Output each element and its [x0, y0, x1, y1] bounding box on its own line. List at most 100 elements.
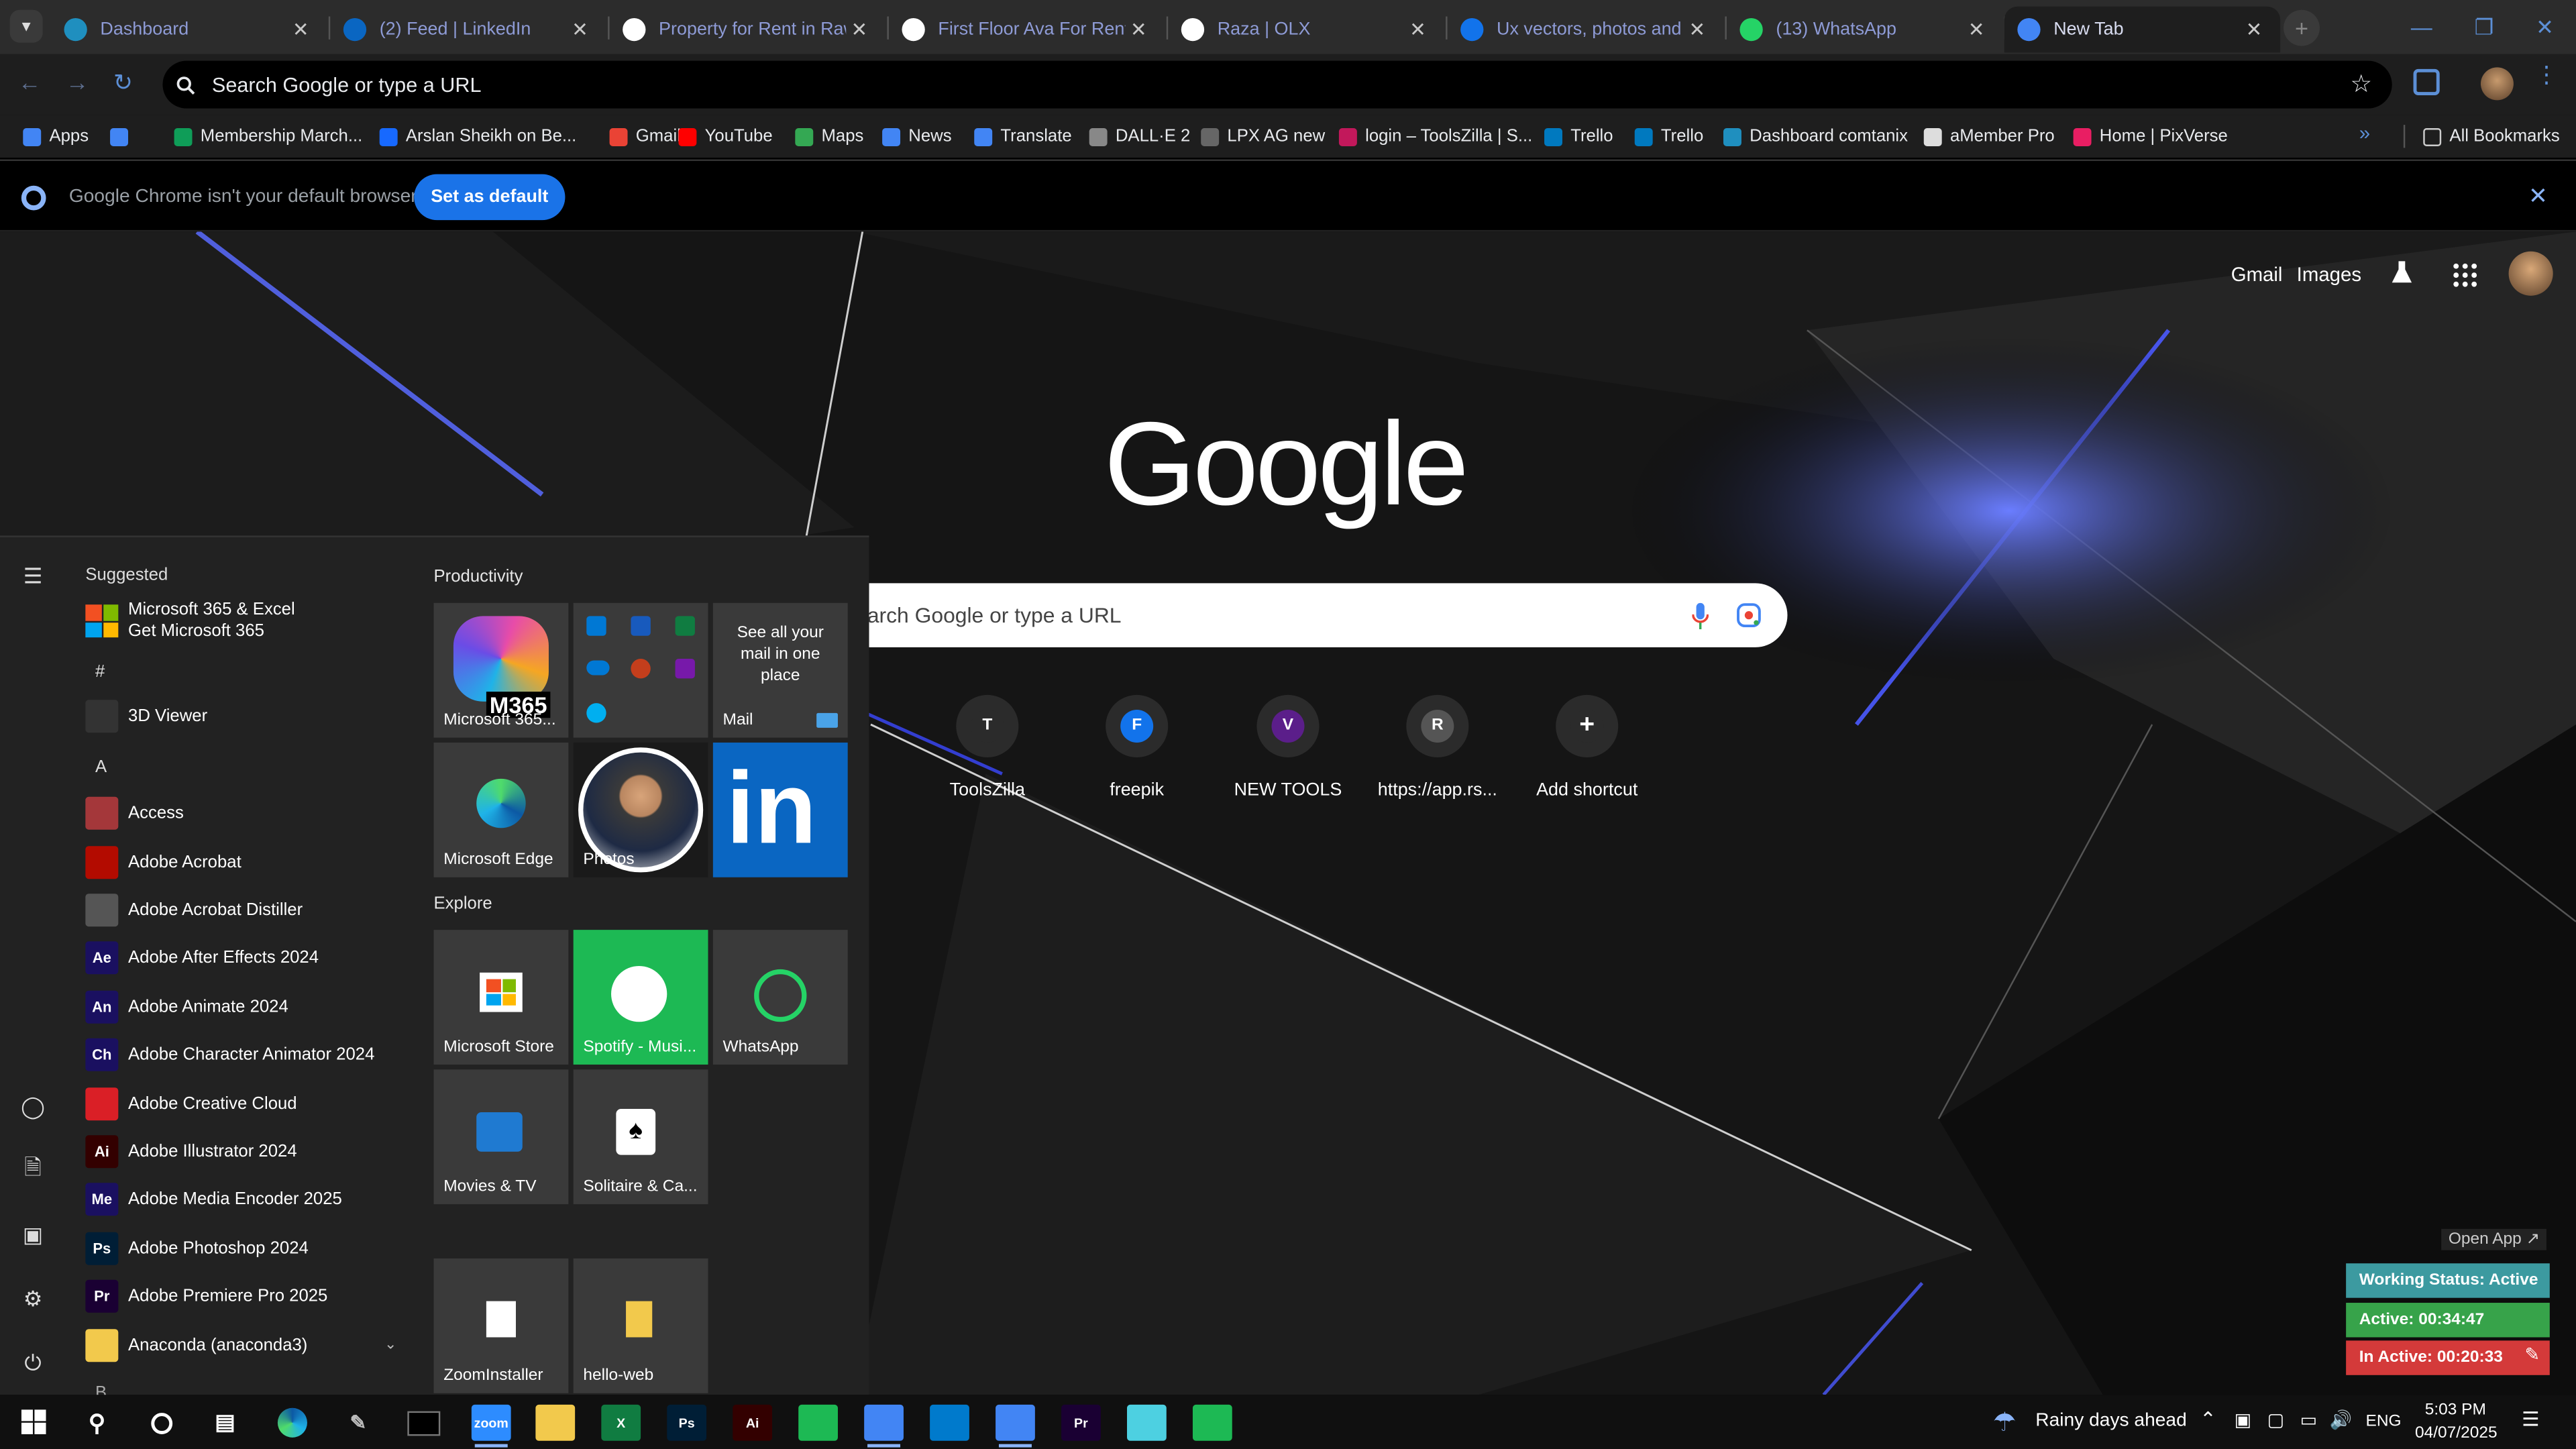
- reload-button[interactable]: ↻: [113, 69, 133, 97]
- start-app-item[interactable]: Access: [85, 792, 184, 835]
- tile-edge[interactable]: Microsoft Edge: [433, 742, 569, 877]
- taskbar-zoom-icon[interactable]: zoom: [471, 1404, 511, 1441]
- bookmark-item[interactable]: YouTube: [678, 121, 773, 151]
- restore-button[interactable]: ❐: [2455, 0, 2514, 54]
- expand-chevron-down-icon[interactable]: ⌄: [384, 1336, 396, 1354]
- bookmark-item[interactable]: LPX AG new: [1201, 121, 1325, 151]
- extensions-icon[interactable]: [2413, 68, 2440, 96]
- bookmark-item[interactable]: [110, 121, 136, 151]
- tab-close-icon[interactable]: ✕: [1964, 18, 1990, 41]
- hamburger-menu-icon[interactable]: ☰: [16, 560, 49, 593]
- tab-5[interactable]: Raza | OLX ✕: [1168, 7, 1444, 53]
- tray-network-icon[interactable]: ▭: [2300, 1409, 2317, 1431]
- tile-movies[interactable]: Movies & TV: [433, 1069, 569, 1205]
- tab-7[interactable]: (13) WhatsApp ✕: [1727, 7, 2002, 53]
- new-tab-button[interactable]: +: [2284, 9, 2320, 46]
- start-app-item[interactable]: Me Adobe Media Encoder 2025: [85, 1178, 342, 1221]
- shortcut-tile[interactable]: T ToolsZilla: [917, 694, 1059, 800]
- tile-whatsapp[interactable]: WhatsApp: [712, 930, 848, 1065]
- tile-solitaire[interactable]: ♠ Solitaire & Ca...: [573, 1069, 708, 1205]
- ntp-search-box[interactable]: Search Google or type a URL: [785, 583, 1788, 647]
- all-bookmarks-button[interactable]: All Bookmarks: [2423, 121, 2560, 151]
- taskbar-app-diamond-icon[interactable]: [1127, 1404, 1167, 1441]
- bookmark-star-icon[interactable]: ☆: [2350, 69, 2372, 99]
- tray-device-icon[interactable]: ▣: [2235, 1409, 2251, 1431]
- start-app-item[interactable]: Adobe Acrobat: [85, 841, 241, 884]
- start-app-item[interactable]: Anaconda (anaconda3): [85, 1324, 307, 1367]
- taskbar-search-icon[interactable]: ⚲: [77, 1405, 117, 1441]
- taskbar-app-green-2-icon[interactable]: [1192, 1404, 1232, 1441]
- voice-search-icon[interactable]: [1692, 602, 1709, 629]
- tab-close-icon[interactable]: ✕: [1684, 18, 1710, 41]
- shortcut-tile[interactable]: V NEW TOOLS: [1218, 694, 1359, 800]
- open-app-link[interactable]: Open App ↗: [2442, 1228, 2546, 1250]
- bookmark-item[interactable]: Apps: [23, 121, 89, 151]
- taskbar-vscode-icon[interactable]: [930, 1404, 969, 1441]
- tile-hello-web[interactable]: hello-web: [573, 1258, 708, 1393]
- start-app-item[interactable]: Pr Adobe Premiere Pro 2025: [85, 1275, 327, 1318]
- taskbar-chrome-2-icon[interactable]: [996, 1404, 1035, 1441]
- tray-language[interactable]: ENG: [2366, 1413, 2402, 1431]
- bookmark-item[interactable]: Arslan Sheikh on Be...: [379, 121, 576, 151]
- taskbar-app-green-icon[interactable]: [798, 1404, 838, 1441]
- address-bar[interactable]: Search Google or type a URL ☆: [162, 60, 2392, 109]
- bookmark-item[interactable]: login – ToolsZilla | S...: [1338, 121, 1532, 151]
- start-app-item[interactable]: Ai Adobe Illustrator 2024: [85, 1130, 297, 1173]
- bookmark-item[interactable]: Dashboard comtanix: [1723, 121, 1908, 151]
- tab-close-icon[interactable]: ✕: [2241, 18, 2267, 41]
- taskbar-edge-icon[interactable]: [273, 1405, 313, 1441]
- google-lens-icon[interactable]: [1737, 603, 1762, 628]
- labs-flask-icon[interactable]: [2390, 260, 2413, 286]
- bookmark-item[interactable]: Translate: [974, 121, 1072, 151]
- tray-bluetooth-icon[interactable]: ▢: [2267, 1409, 2284, 1431]
- chrome-menu-icon[interactable]: ⋮: [2535, 62, 2558, 85]
- bookmark-item[interactable]: Trello: [1634, 121, 1703, 151]
- taskbar-premiere-icon[interactable]: Pr: [1061, 1404, 1101, 1441]
- ntp-images-link[interactable]: Images: [2297, 263, 2361, 286]
- bookmark-item[interactable]: DALL·E 2: [1089, 121, 1190, 151]
- tile-zoominstaller[interactable]: ZoomInstaller: [433, 1258, 569, 1393]
- weather-text[interactable]: Rainy days ahead: [2035, 1411, 2186, 1431]
- settings-gear-icon[interactable]: ⚙: [16, 1283, 49, 1316]
- tab-close-icon[interactable]: ✕: [1405, 18, 1431, 41]
- shortcut-tile[interactable]: Ffreepik: [1066, 694, 1208, 800]
- bookmark-item[interactable]: Home | PixVerse: [2073, 121, 2228, 151]
- tile-photos[interactable]: Photos: [573, 742, 708, 877]
- start-app-item[interactable]: Ch Adobe Character Animator 2024: [85, 1033, 374, 1076]
- tray-chevron-up-icon[interactable]: ⌃: [2200, 1408, 2216, 1431]
- windows-start-icon[interactable]: [13, 1395, 53, 1449]
- tile-office-apps[interactable]: [573, 602, 708, 738]
- tile-m365[interactable]: M365 Microsoft 365...: [433, 602, 569, 738]
- start-app-item[interactable]: An Adobe Animate 2024: [85, 985, 288, 1028]
- tab-8[interactable]: New Tab ✕: [2004, 6, 2281, 53]
- taskbar-excel-icon[interactable]: X: [601, 1404, 641, 1441]
- more-bookmarks-chevron-icon[interactable]: »: [2359, 121, 2370, 144]
- tab-close-icon[interactable]: ✕: [288, 18, 314, 41]
- tab-3[interactable]: Property for Rent in Rawa ✕: [610, 7, 885, 53]
- bookmark-item[interactable]: Maps: [795, 121, 863, 151]
- letter-header-hash[interactable]: #: [95, 662, 105, 682]
- tray-clock-time[interactable]: 5:03 PM: [2425, 1401, 2486, 1419]
- tab-close-icon[interactable]: ✕: [567, 18, 593, 41]
- notifications-icon[interactable]: ☰: [2522, 1408, 2539, 1431]
- start-app-item[interactable]: Ae Adobe After Effects 2024: [85, 936, 319, 979]
- edit-pencil-icon[interactable]: ✎: [2525, 1344, 2540, 1365]
- set-as-default-button[interactable]: Set as default: [414, 174, 566, 221]
- taskbar-pen-icon[interactable]: ✎: [338, 1405, 378, 1441]
- tab-close-icon[interactable]: ✕: [1126, 18, 1152, 41]
- back-button[interactable]: ←: [18, 69, 41, 95]
- tray-volume-icon[interactable]: 🔊: [2330, 1409, 2353, 1431]
- ntp-gmail-link[interactable]: Gmail: [2231, 263, 2283, 286]
- taskbar-terminal-icon[interactable]: [404, 1405, 443, 1441]
- start-app-item[interactable]: Adobe Creative Cloud: [85, 1083, 297, 1126]
- shortcut-tile[interactable]: + Add shortcut: [1516, 694, 1658, 800]
- close-window-button[interactable]: ✕: [2515, 0, 2574, 54]
- bookmark-item[interactable]: Trello: [1544, 121, 1613, 151]
- tab-4[interactable]: First Floor Ava For Rent A ✕: [889, 7, 1165, 53]
- forward-button[interactable]: →: [66, 69, 89, 95]
- power-icon[interactable]: ⏻: [16, 1347, 49, 1380]
- pictures-icon[interactable]: ▣: [16, 1219, 49, 1252]
- start-app-item[interactable]: Ps Adobe Photoshop 2024: [85, 1227, 309, 1270]
- tile-linkedin[interactable]: in: [712, 742, 848, 877]
- suggested-m365-item[interactable]: Microsoft 365 & Excel Get Microsoft 365: [85, 600, 397, 646]
